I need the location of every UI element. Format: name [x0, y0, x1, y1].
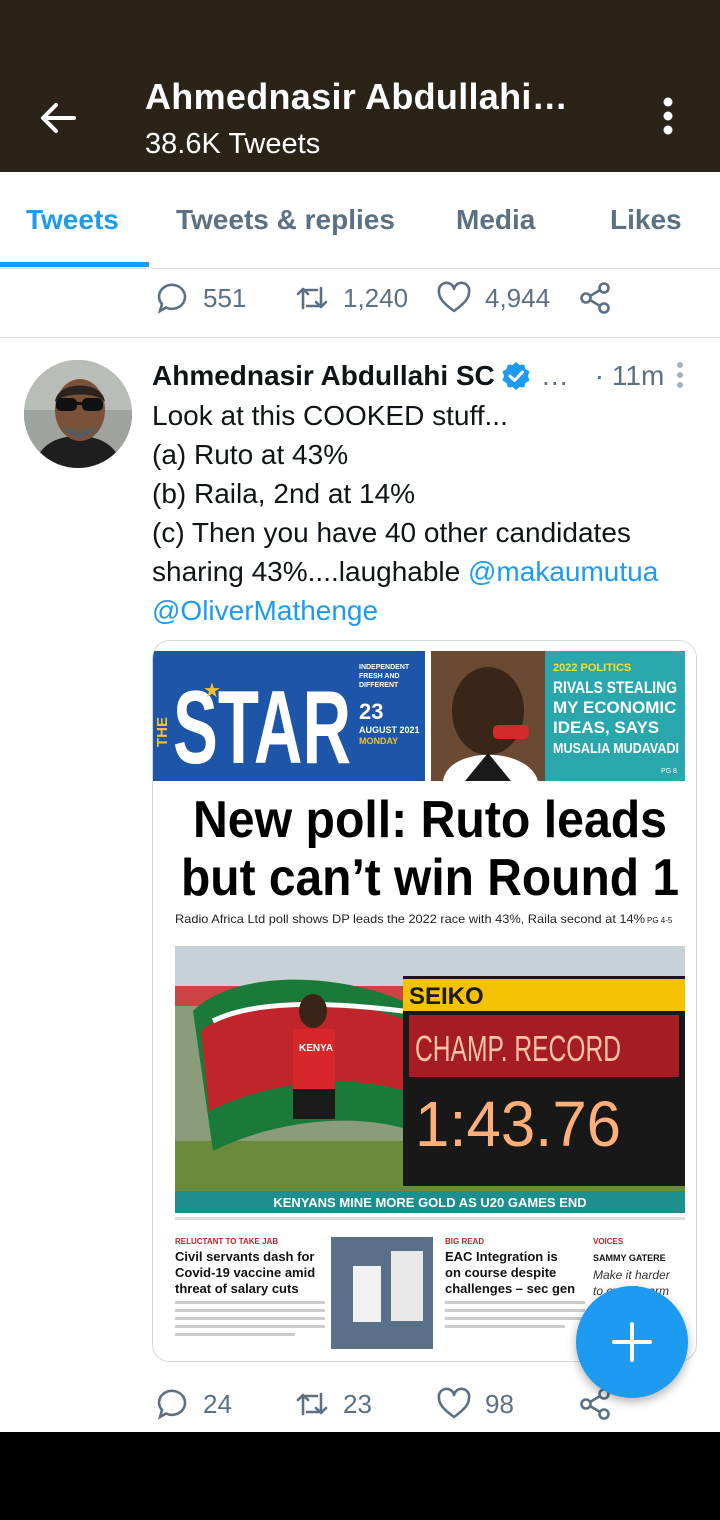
reply-count: 551 [203, 282, 247, 313]
standfirst-page: PG 4-5 [647, 916, 673, 925]
retweet-count: 1,240 [343, 282, 409, 313]
col2-headline: EAC Integration is [445, 1249, 558, 1264]
like-count: 4,944 [485, 282, 551, 313]
scoreboard-record: CHAMP. RECORD [415, 1028, 621, 1069]
tagline: FRESH AND [359, 673, 400, 680]
profile-tabs: Tweets Tweets & replies Media Likes [0, 172, 720, 269]
like-count: 98 [485, 1388, 514, 1419]
politics-headline: MY ECONOMIC [553, 698, 676, 717]
avatar[interactable] [24, 360, 132, 468]
weekday: MONDAY [359, 736, 398, 746]
heart-icon [437, 1387, 471, 1419]
politics-headline: IDEAS, SAYS [553, 718, 659, 737]
photo-caption: KENYANS MINE MORE GOLD AS U20 GAMES END [273, 1195, 586, 1210]
politics-headline: MUSALIA MUDAVADI [553, 740, 679, 757]
politics-page: PG 8 [661, 768, 677, 775]
date-day: 23 [359, 699, 383, 724]
reply-button[interactable]: 551 [155, 268, 246, 328]
like-button[interactable]: 98 [437, 1374, 514, 1434]
newspaper-front-page: THE STAR ★ INDEPENDENT FRESH AND DIFFERE… [153, 641, 696, 1361]
col3-kicker: VOICES [593, 1237, 624, 1246]
col3-text: Make it harder [593, 1268, 671, 1282]
more-options-icon[interactable] [652, 96, 684, 136]
back-arrow-icon[interactable] [36, 96, 80, 140]
masthead-title: STAR [173, 670, 351, 786]
scoreboard-brand: SEIKO [409, 983, 484, 1010]
compose-tweet-button[interactable] [576, 1286, 688, 1398]
tweet-count: 38.6K Tweets [145, 128, 321, 160]
standfirst: Radio Africa Ltd poll shows DP leads the… [175, 912, 645, 926]
tagline: INDEPENDENT [359, 664, 410, 671]
tweet-header: Ahmednasir Abdullahi SC … · 11m [152, 356, 664, 396]
scoreboard-time: 1:43.76 [415, 1088, 621, 1160]
tweet-divider [0, 337, 720, 338]
col2-headline: challenges – sec gen [445, 1281, 575, 1296]
system-navigation-bar [0, 1432, 720, 1520]
tweet-line: (b) Raila, 2nd at 14% [152, 478, 416, 509]
share-icon [580, 282, 610, 314]
retweet-count: 23 [343, 1388, 372, 1419]
tab-media[interactable]: Media [456, 204, 535, 236]
tab-likes[interactable]: Likes [610, 204, 682, 236]
tweet-line: sharing 43%....laughable [152, 556, 468, 587]
avatar-photo [24, 360, 132, 468]
tweet-text: Look at this COOKED stuff... (a) Ruto at… [152, 396, 712, 630]
tab-tweets-replies[interactable]: Tweets & replies [176, 204, 395, 236]
active-tab-indicator [0, 262, 149, 267]
tweet-line: (c) Then you have 40 other candidates [152, 517, 631, 548]
retweet-icon [296, 286, 328, 310]
col2-kicker: BIG READ [445, 1237, 484, 1246]
prev-tweet-actions: 551 1,240 4,944 [0, 268, 720, 328]
masthead-the: THE [154, 717, 171, 747]
politics-headline: RIVALS STEALING [553, 678, 677, 697]
retweet-icon [296, 1392, 328, 1416]
plus-icon [612, 1322, 652, 1362]
tweet-media-image[interactable]: THE STAR ★ INDEPENDENT FRESH AND DIFFERE… [152, 640, 697, 1362]
reply-icon [157, 1389, 187, 1420]
heart-icon [437, 281, 471, 313]
politics-kicker: 2022 POLITICS [553, 662, 631, 674]
tagline: DIFFERENT [359, 682, 399, 689]
verified-badge-icon [502, 362, 530, 390]
col1-headline: Civil servants dash for [175, 1249, 314, 1264]
tweet-line: (a) Ruto at 43% [152, 439, 349, 470]
tweet-time: · 11m [594, 360, 665, 391]
col2-headline: on course despite [445, 1265, 556, 1280]
tweet-handle: … [540, 360, 569, 391]
retweet-button[interactable]: 23 [295, 1374, 372, 1434]
tweet-more-icon[interactable] [668, 360, 692, 390]
tweet-line: Look at this COOKED stuff... [152, 400, 508, 431]
retweet-button[interactable]: 1,240 [295, 268, 408, 328]
col1-headline: Covid-19 vaccine amid [175, 1265, 315, 1280]
main-headline: New poll: Ruto leads [193, 791, 667, 849]
date-month: AUGUST 2021 [359, 725, 420, 735]
athlete-shirt: KENYA [299, 1043, 333, 1054]
reply-count: 24 [203, 1388, 232, 1419]
col1-kicker: RELUCTANT TO TAKE JAB [175, 1237, 278, 1246]
col1-headline: threat of salary cuts [175, 1281, 299, 1296]
mention-link[interactable]: @OliverMathenge [152, 595, 378, 626]
tab-tweets[interactable]: Tweets [26, 204, 119, 236]
mention-link[interactable]: @makaumutua [468, 556, 658, 587]
share-button[interactable] [578, 268, 612, 328]
app-bar: Ahmednasir Abdullahi… 38.6K Tweets [0, 0, 720, 172]
like-button[interactable]: 4,944 [437, 268, 550, 328]
tweet-author-name[interactable]: Ahmednasir Abdullahi SC [152, 360, 495, 392]
profile-name-title: Ahmednasir Abdullahi… [145, 76, 569, 117]
reply-icon [157, 283, 187, 314]
svg-text:★: ★ [203, 680, 221, 702]
reply-button[interactable]: 24 [155, 1374, 232, 1434]
col3-name: SAMMY GATERE [593, 1253, 666, 1263]
main-headline: but can’t win Round 1 [181, 849, 679, 907]
